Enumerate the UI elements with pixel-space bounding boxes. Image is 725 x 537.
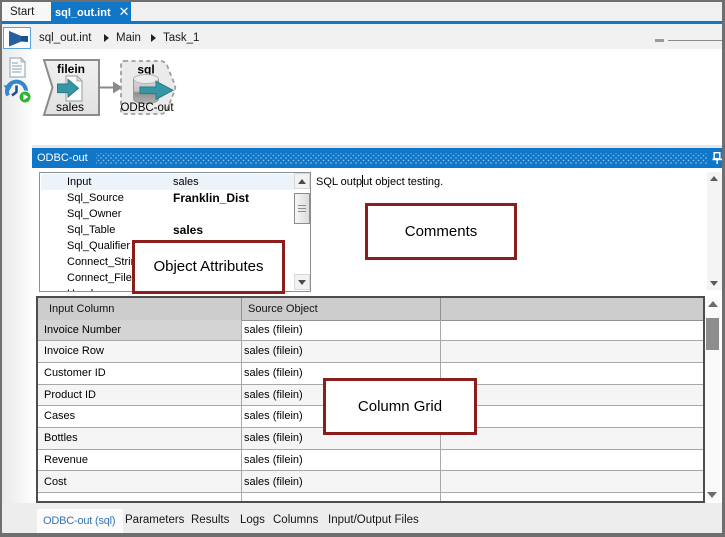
- svg-text:ODBC-out: ODBC-out: [120, 102, 174, 114]
- svg-text:filein: filein: [57, 62, 85, 76]
- svg-text:sales: sales: [56, 100, 84, 114]
